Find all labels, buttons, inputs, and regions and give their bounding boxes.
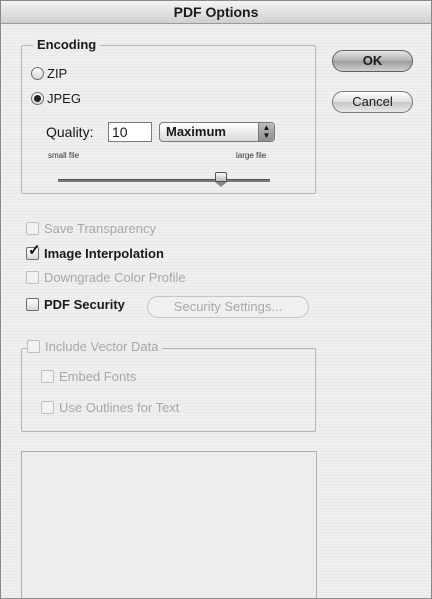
zip-label: ZIP — [47, 66, 68, 81]
embed-fonts-checkbox — [41, 370, 54, 383]
save-transparency-row: Save Transparency — [26, 221, 156, 236]
pdf-options-dialog: PDF Options Encoding ZIP JPEG Quality: 1… — [0, 0, 432, 599]
save-transparency-label: Save Transparency — [44, 221, 157, 236]
embed-fonts-label: Embed Fonts — [59, 369, 137, 384]
slider-min-label: small file — [48, 151, 80, 160]
use-outlines-label: Use Outlines for Text — [59, 400, 180, 415]
include-vector-data-row: Include Vector Data — [27, 339, 163, 354]
quality-preset-value: Maximum — [166, 124, 226, 139]
image-interpolation-checkbox[interactable]: ✓ — [26, 243, 41, 260]
quality-slider-track[interactable] — [58, 179, 270, 182]
jpeg-radio[interactable] — [31, 92, 44, 105]
popup-arrows-icon: ▲ ▼ — [258, 123, 274, 141]
jpeg-radio-row[interactable]: JPEG — [31, 91, 81, 106]
quality-preset-popup[interactable]: Maximum ▲ ▼ — [159, 122, 275, 142]
include-vector-data-label: Include Vector Data — [45, 339, 159, 354]
downgrade-color-profile-checkbox — [26, 271, 39, 284]
checkmark-icon: ✓ — [28, 242, 41, 259]
save-transparency-checkbox — [26, 222, 39, 235]
use-outlines-checkbox — [41, 401, 54, 414]
pdf-security-row[interactable]: PDF Security — [26, 297, 125, 312]
cancel-button[interactable]: Cancel — [332, 91, 413, 113]
jpeg-label: JPEG — [47, 91, 81, 106]
embed-fonts-row: Embed Fonts — [41, 369, 136, 384]
description-panel — [21, 451, 317, 598]
ok-button[interactable]: OK — [332, 50, 413, 72]
quality-input[interactable]: 10 — [108, 122, 152, 142]
image-interpolation-label: Image Interpolation — [44, 246, 164, 261]
encoding-legend: Encoding — [33, 37, 101, 53]
pdf-security-checkbox[interactable] — [26, 298, 39, 311]
include-vector-data-checkbox — [27, 340, 40, 353]
image-interpolation-row[interactable]: ✓ Image Interpolation — [26, 243, 164, 261]
zip-radio[interactable] — [31, 67, 44, 80]
quality-label-text: Quality: — [46, 124, 94, 140]
window-title: PDF Options — [1, 1, 431, 24]
pdf-security-label: PDF Security — [44, 297, 125, 312]
vector-data-group — [21, 348, 316, 432]
slider-max-label: large file — [236, 151, 267, 160]
quality-label: Quality: — [46, 124, 93, 140]
downgrade-color-profile-label: Downgrade Color Profile — [44, 270, 186, 285]
zip-radio-row[interactable]: ZIP — [31, 66, 67, 81]
downgrade-color-profile-row: Downgrade Color Profile — [26, 270, 186, 285]
security-settings-button[interactable]: Security Settings... — [147, 296, 309, 318]
use-outlines-row: Use Outlines for Text — [41, 400, 179, 415]
slider-tip — [215, 182, 228, 187]
slider-knob[interactable] — [215, 172, 228, 182]
